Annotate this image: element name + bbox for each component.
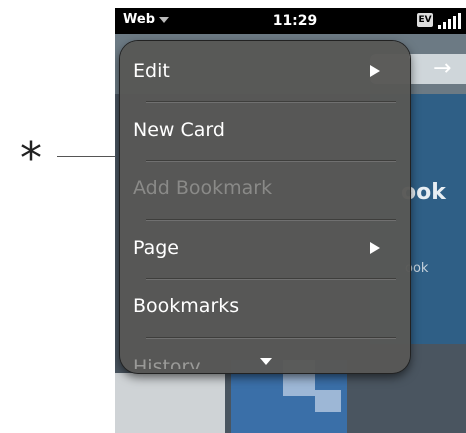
forward-arrow-icon[interactable]: →	[433, 56, 451, 82]
menu-item-label: Bookmarks	[133, 295, 240, 317]
network-indicator: EV	[417, 13, 433, 27]
menu-item-label: New Card	[133, 119, 225, 141]
menu-item-edit[interactable]: Edit	[120, 42, 410, 100]
annotation-marker: *	[20, 133, 42, 184]
chevron-down-icon	[159, 17, 169, 23]
menu-item-label: Edit	[133, 60, 170, 82]
status-bar: Web 11:29 EV	[115, 8, 466, 34]
phone-screen: Web 11:29 EV → ook ook Edit New Card Add…	[115, 8, 466, 433]
menu-item-add-bookmark: Add Bookmark	[120, 159, 410, 217]
menu-item-history[interactable]: History	[133, 347, 201, 369]
menu-item-label: Add Bookmark	[133, 177, 273, 199]
menu-item-page[interactable]: Page	[120, 219, 410, 277]
submenu-arrow-icon	[370, 65, 380, 77]
signal-strength-icon	[437, 13, 463, 29]
app-menu-dropdown: Edit New Card Add Bookmark Page Bookmark…	[120, 41, 410, 373]
submenu-arrow-icon	[370, 242, 380, 254]
menu-divider	[146, 337, 396, 339]
menu-item-label: Page	[133, 237, 179, 259]
menu-item-new-card[interactable]: New Card	[120, 101, 410, 159]
page-thumbnail	[115, 373, 225, 433]
menu-item-bookmarks[interactable]: Bookmarks	[120, 277, 410, 335]
page-image-tile	[315, 390, 341, 412]
app-menu-button[interactable]: Web	[119, 11, 173, 29]
clock: 11:29	[272, 13, 318, 29]
scroll-down-icon[interactable]	[260, 358, 272, 365]
app-menu-label: Web	[123, 12, 155, 27]
